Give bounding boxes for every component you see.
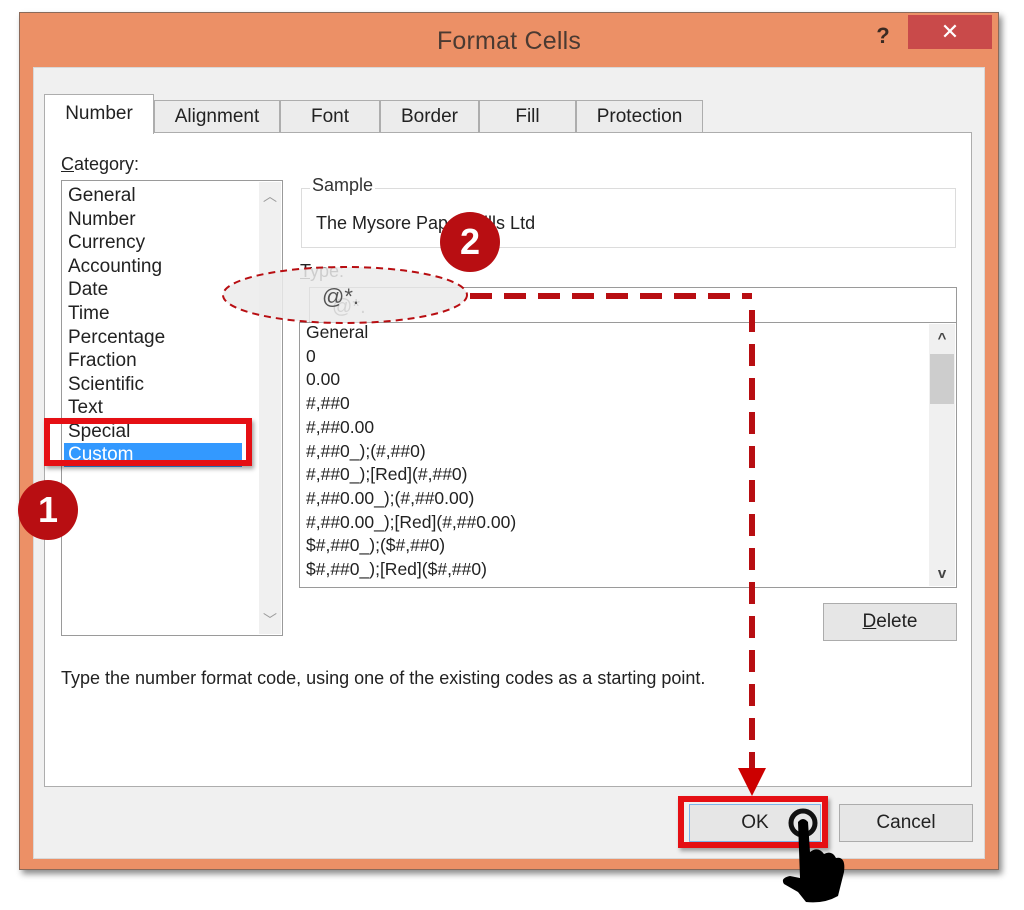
annotation-overlay: @*. xyxy=(222,266,845,903)
pointing-hand-icon xyxy=(782,808,845,903)
tab-number[interactable]: Number xyxy=(44,94,154,134)
arrow-head-icon xyxy=(738,768,766,796)
type-input-value-echo: @*. xyxy=(322,284,359,309)
